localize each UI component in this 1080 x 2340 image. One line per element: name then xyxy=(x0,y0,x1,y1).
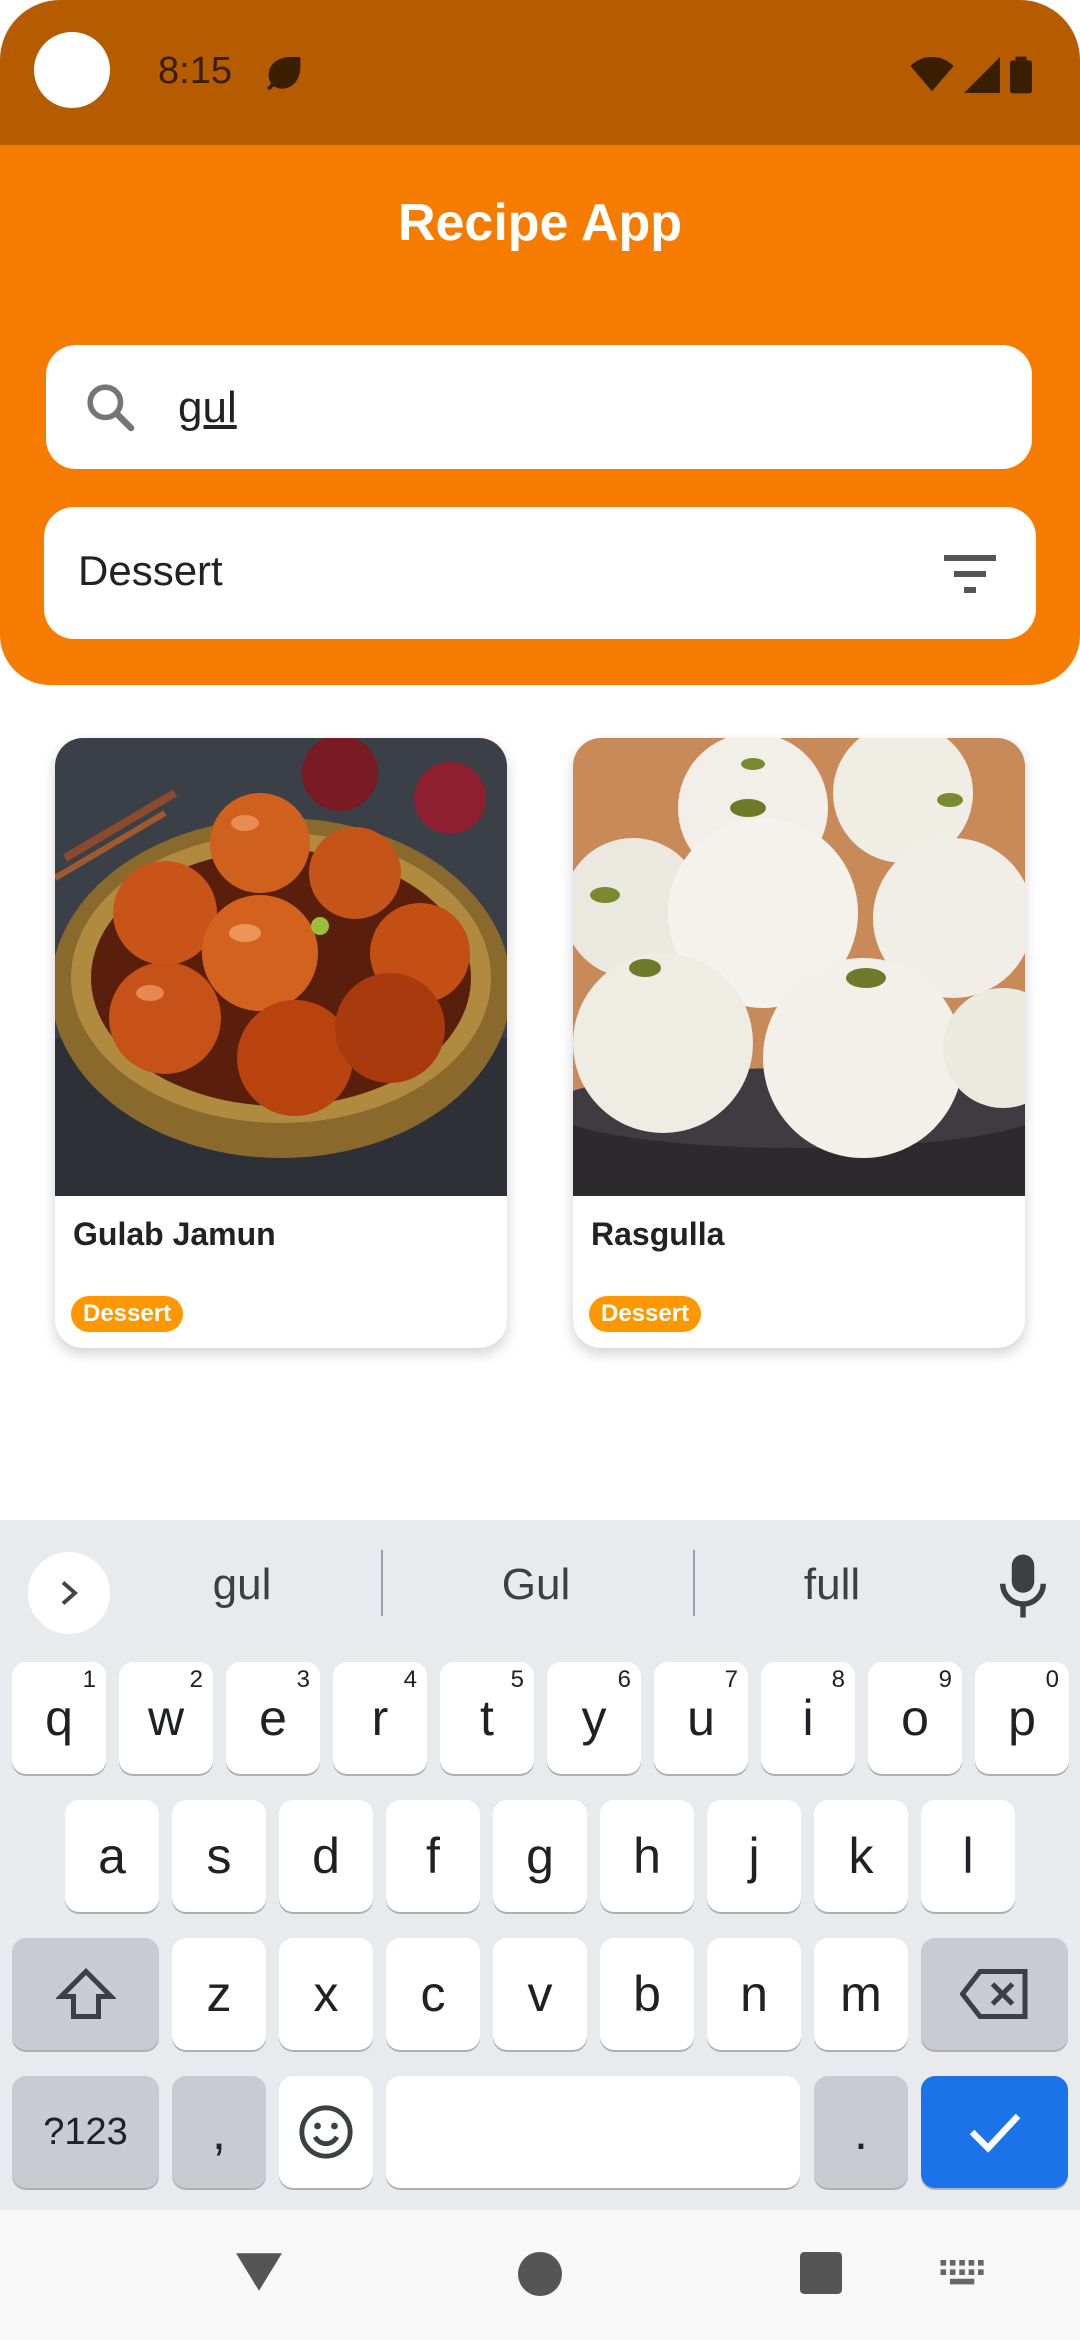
enter-key[interactable] xyxy=(921,2076,1068,2188)
backspace-key[interactable] xyxy=(921,1938,1068,2050)
spacebar[interactable] xyxy=(386,2076,800,2188)
key-b[interactable]: b xyxy=(600,1938,694,2050)
key-w[interactable]: w2 xyxy=(119,1662,213,1774)
key-e[interactable]: e3 xyxy=(226,1662,320,1774)
key-r[interactable]: r4 xyxy=(333,1662,427,1774)
key-u[interactable]: u7 xyxy=(654,1662,748,1774)
home-icon[interactable] xyxy=(518,2252,562,2296)
symbols-key[interactable]: ?123 xyxy=(12,2076,159,2188)
status-time: 8:15 xyxy=(158,50,232,92)
recents-icon[interactable] xyxy=(800,2252,842,2294)
filter-selected-value: Dessert xyxy=(78,547,223,594)
filter-icon[interactable] xyxy=(944,551,996,595)
search-icon xyxy=(87,384,135,432)
back-icon[interactable] xyxy=(234,2250,284,2294)
key-g[interactable]: g xyxy=(493,1800,587,1912)
key-o[interactable]: o9 xyxy=(868,1662,962,1774)
battery-icon xyxy=(1010,56,1032,94)
key-i[interactable]: i8 xyxy=(761,1662,855,1774)
recipe-card-rasgulla[interactable]: Rasgulla Dessert xyxy=(573,738,1025,1348)
category-badge: Dessert xyxy=(71,1296,184,1332)
key-v[interactable]: v xyxy=(493,1938,587,2050)
key-q[interactable]: q1 xyxy=(12,1662,106,1774)
system-navigation-bar xyxy=(0,2210,1080,2340)
suggestion-2[interactable]: Gul xyxy=(426,1560,646,1610)
keyboard-switch-icon[interactable] xyxy=(940,2260,986,2290)
suggestions-expand-button[interactable] xyxy=(28,1552,110,1634)
wifi-icon xyxy=(910,57,954,92)
emoji-key[interactable] xyxy=(279,2076,373,2188)
key-f[interactable]: f xyxy=(386,1800,480,1912)
soft-keyboard: gul Gul full q1 w2 e3 r4 t5 y6 u7 i8 o9 … xyxy=(0,1520,1080,2210)
category-filter[interactable]: Dessert xyxy=(44,507,1036,639)
period-key[interactable]: . xyxy=(814,2076,908,2188)
backspace-icon xyxy=(959,1969,1027,2019)
status-bar: 8:15 xyxy=(0,0,1080,145)
key-s[interactable]: s xyxy=(172,1800,266,1912)
suggestion-3[interactable]: full xyxy=(722,1560,942,1610)
suggestion-divider xyxy=(381,1550,383,1616)
search-box[interactable] xyxy=(46,345,1032,469)
camera-cutout xyxy=(34,32,110,108)
leaf-icon xyxy=(267,57,301,91)
key-l[interactable]: l xyxy=(921,1800,1015,1912)
recipe-card-gulab-jamun[interactable]: Gulab Jamun Dessert xyxy=(55,738,507,1348)
chevron-right-icon xyxy=(61,1581,78,1605)
microphone-icon[interactable] xyxy=(996,1552,1050,1620)
suggestion-divider xyxy=(693,1550,695,1616)
recipe-title: Rasgulla xyxy=(591,1216,725,1252)
comma-key[interactable]: , xyxy=(172,2076,266,2188)
key-d[interactable]: d xyxy=(279,1800,373,1912)
key-j[interactable]: j xyxy=(707,1800,801,1912)
key-y[interactable]: y6 xyxy=(547,1662,641,1774)
checkmark-icon xyxy=(969,2113,1020,2153)
key-n[interactable]: n xyxy=(707,1938,801,2050)
key-c[interactable]: c xyxy=(386,1938,480,2050)
category-badge: Dessert xyxy=(589,1296,702,1332)
signal-icon xyxy=(964,57,1000,93)
key-h[interactable]: h xyxy=(600,1800,694,1912)
key-p[interactable]: p0 xyxy=(975,1662,1069,1774)
page-title: Recipe App xyxy=(397,194,683,252)
recipe-image-gulab-jamun xyxy=(55,738,507,1196)
key-a[interactable]: a xyxy=(65,1800,159,1912)
key-k[interactable]: k xyxy=(814,1800,908,1912)
key-x[interactable]: x xyxy=(279,1938,373,2050)
search-input[interactable] xyxy=(176,375,980,441)
key-t[interactable]: t5 xyxy=(440,1662,534,1774)
recipe-image-rasgulla xyxy=(573,738,1025,1196)
shift-key[interactable] xyxy=(12,1938,159,2050)
emoji-icon xyxy=(299,2105,353,2159)
suggestion-1[interactable]: gul xyxy=(132,1560,352,1610)
shift-icon xyxy=(55,1967,116,2019)
key-m[interactable]: m xyxy=(814,1938,908,2050)
app-header: Recipe App Dessert xyxy=(0,145,1080,685)
key-z[interactable]: z xyxy=(172,1938,266,2050)
recipe-title: Gulab Jamun xyxy=(73,1216,276,1252)
